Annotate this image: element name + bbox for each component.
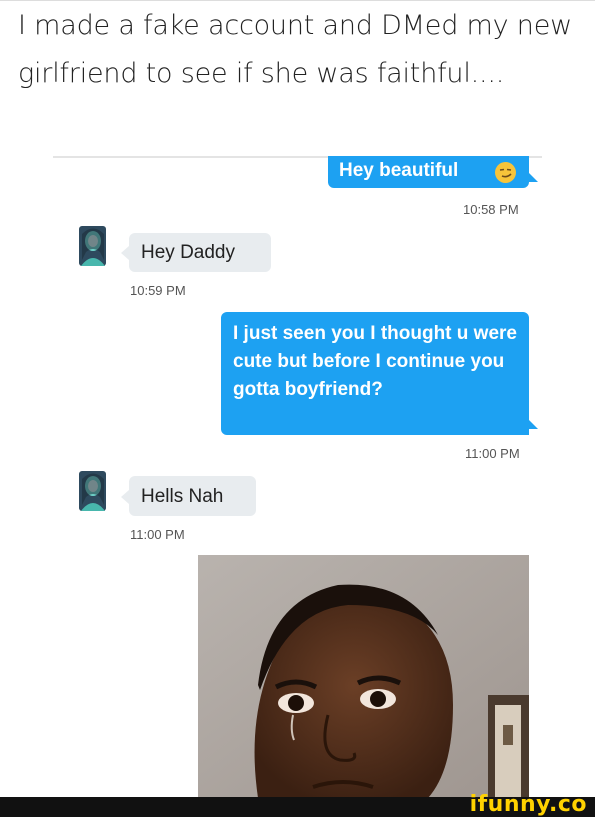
outgoing-message[interactable]: Hey beautiful	[328, 156, 529, 188]
smirk-emoji-icon	[495, 162, 516, 183]
bubble-tail	[529, 173, 538, 182]
profile-avatar-icon[interactable]	[78, 471, 108, 511]
bubble-tail	[121, 246, 129, 260]
meme-caption: I made a fake account and DMed my new gi…	[18, 10, 572, 89]
incoming-message[interactable]: Hey Daddy	[129, 233, 271, 272]
top-divider	[0, 0, 595, 1]
message-text: Hells Nah	[141, 486, 224, 507]
bubble-tail	[529, 420, 538, 429]
outgoing-message[interactable]: I just seen you I thought u were cute bu…	[221, 312, 529, 435]
message-time: 10:58 PM	[463, 202, 519, 217]
profile-avatar-icon[interactable]	[78, 226, 108, 266]
message-time: 11:00 PM	[130, 527, 185, 542]
ifunny-watermark: ifunny.co	[469, 792, 587, 817]
message-time: 11:00 PM	[465, 446, 520, 461]
incoming-message[interactable]: Hells Nah	[129, 476, 256, 516]
message-time: 10:59 PM	[130, 283, 186, 298]
message-text: Hey Daddy	[141, 242, 235, 263]
reaction-selfie-image	[198, 555, 529, 798]
message-text: I just seen you I thought u were cute bu…	[233, 323, 517, 400]
bubble-tail	[121, 490, 129, 504]
message-text: Hey beautiful	[339, 160, 459, 181]
